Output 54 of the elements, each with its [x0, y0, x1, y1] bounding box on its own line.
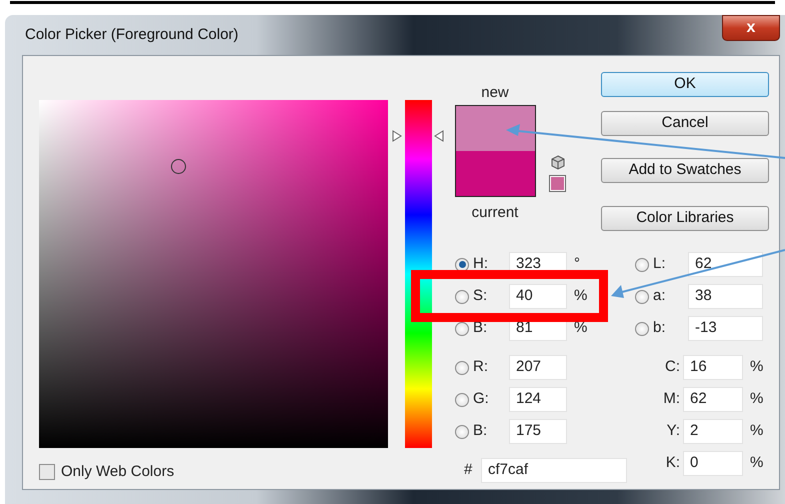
- value-field[interactable]: 62: [683, 387, 743, 412]
- field-label: S:: [473, 286, 488, 306]
- field-label: Y:: [666, 421, 681, 442]
- radio-button[interactable]: [635, 290, 649, 304]
- value-field[interactable]: 62: [688, 252, 763, 277]
- radio-button[interactable]: [455, 322, 469, 336]
- radio-button[interactable]: [455, 360, 469, 374]
- web-safe-swatch[interactable]: [549, 175, 566, 192]
- unit-label: °: [574, 254, 580, 274]
- dialog-button[interactable]: Cancel: [601, 111, 769, 136]
- field-label: a:: [653, 286, 667, 306]
- dialog-button[interactable]: Add to Swatches: [601, 158, 769, 183]
- unit-label: %: [574, 318, 588, 338]
- unit-label: %: [750, 357, 764, 378]
- radio-button[interactable]: [455, 424, 469, 438]
- value-field[interactable]: 16: [683, 355, 743, 380]
- dialog-button[interactable]: Color Libraries: [601, 206, 769, 231]
- radio-button[interactable]: [455, 392, 469, 406]
- value-field[interactable]: cf7caf: [481, 458, 627, 483]
- unit-label: %: [750, 389, 764, 410]
- field-label: M:: [662, 389, 681, 410]
- field-label: K:: [664, 453, 681, 474]
- radio-button[interactable]: [455, 258, 469, 272]
- checkbox-label: Only Web Colors: [61, 462, 174, 482]
- radio-button[interactable]: [635, 322, 649, 336]
- color-field[interactable]: [39, 100, 388, 448]
- close-button[interactable]: x: [722, 15, 780, 41]
- field-label: B:: [473, 421, 488, 442]
- value-field[interactable]: 175: [509, 419, 567, 444]
- swatch-label: current: [472, 203, 518, 223]
- field-label: G:: [473, 389, 490, 410]
- checkbox[interactable]: [39, 464, 55, 480]
- value-field[interactable]: 0: [683, 451, 743, 476]
- cube-icon[interactable]: [550, 155, 564, 170]
- window-title: Color Picker (Foreground Color): [25, 24, 238, 45]
- unit-label: %: [750, 421, 764, 442]
- field-label: b:: [653, 318, 667, 338]
- unit-label: %: [750, 453, 764, 474]
- field-label: L:: [653, 254, 667, 274]
- radio-button[interactable]: [635, 258, 649, 272]
- field-label: R:: [473, 357, 489, 378]
- value-field[interactable]: 2: [683, 419, 743, 444]
- unit-label: %: [574, 286, 588, 306]
- value-field[interactable]: 207: [509, 355, 567, 380]
- value-field[interactable]: 124: [509, 387, 567, 412]
- radio-button[interactable]: [455, 290, 469, 304]
- dialog-button[interactable]: OK: [601, 72, 769, 97]
- swatch-label: new: [481, 83, 509, 102]
- value-field[interactable]: -13: [688, 316, 763, 341]
- value-field[interactable]: 40: [509, 284, 567, 309]
- field-label: C:: [664, 357, 681, 378]
- value-field[interactable]: 38: [688, 284, 763, 309]
- hash-label: #: [464, 460, 474, 480]
- field-label: H:: [473, 254, 489, 274]
